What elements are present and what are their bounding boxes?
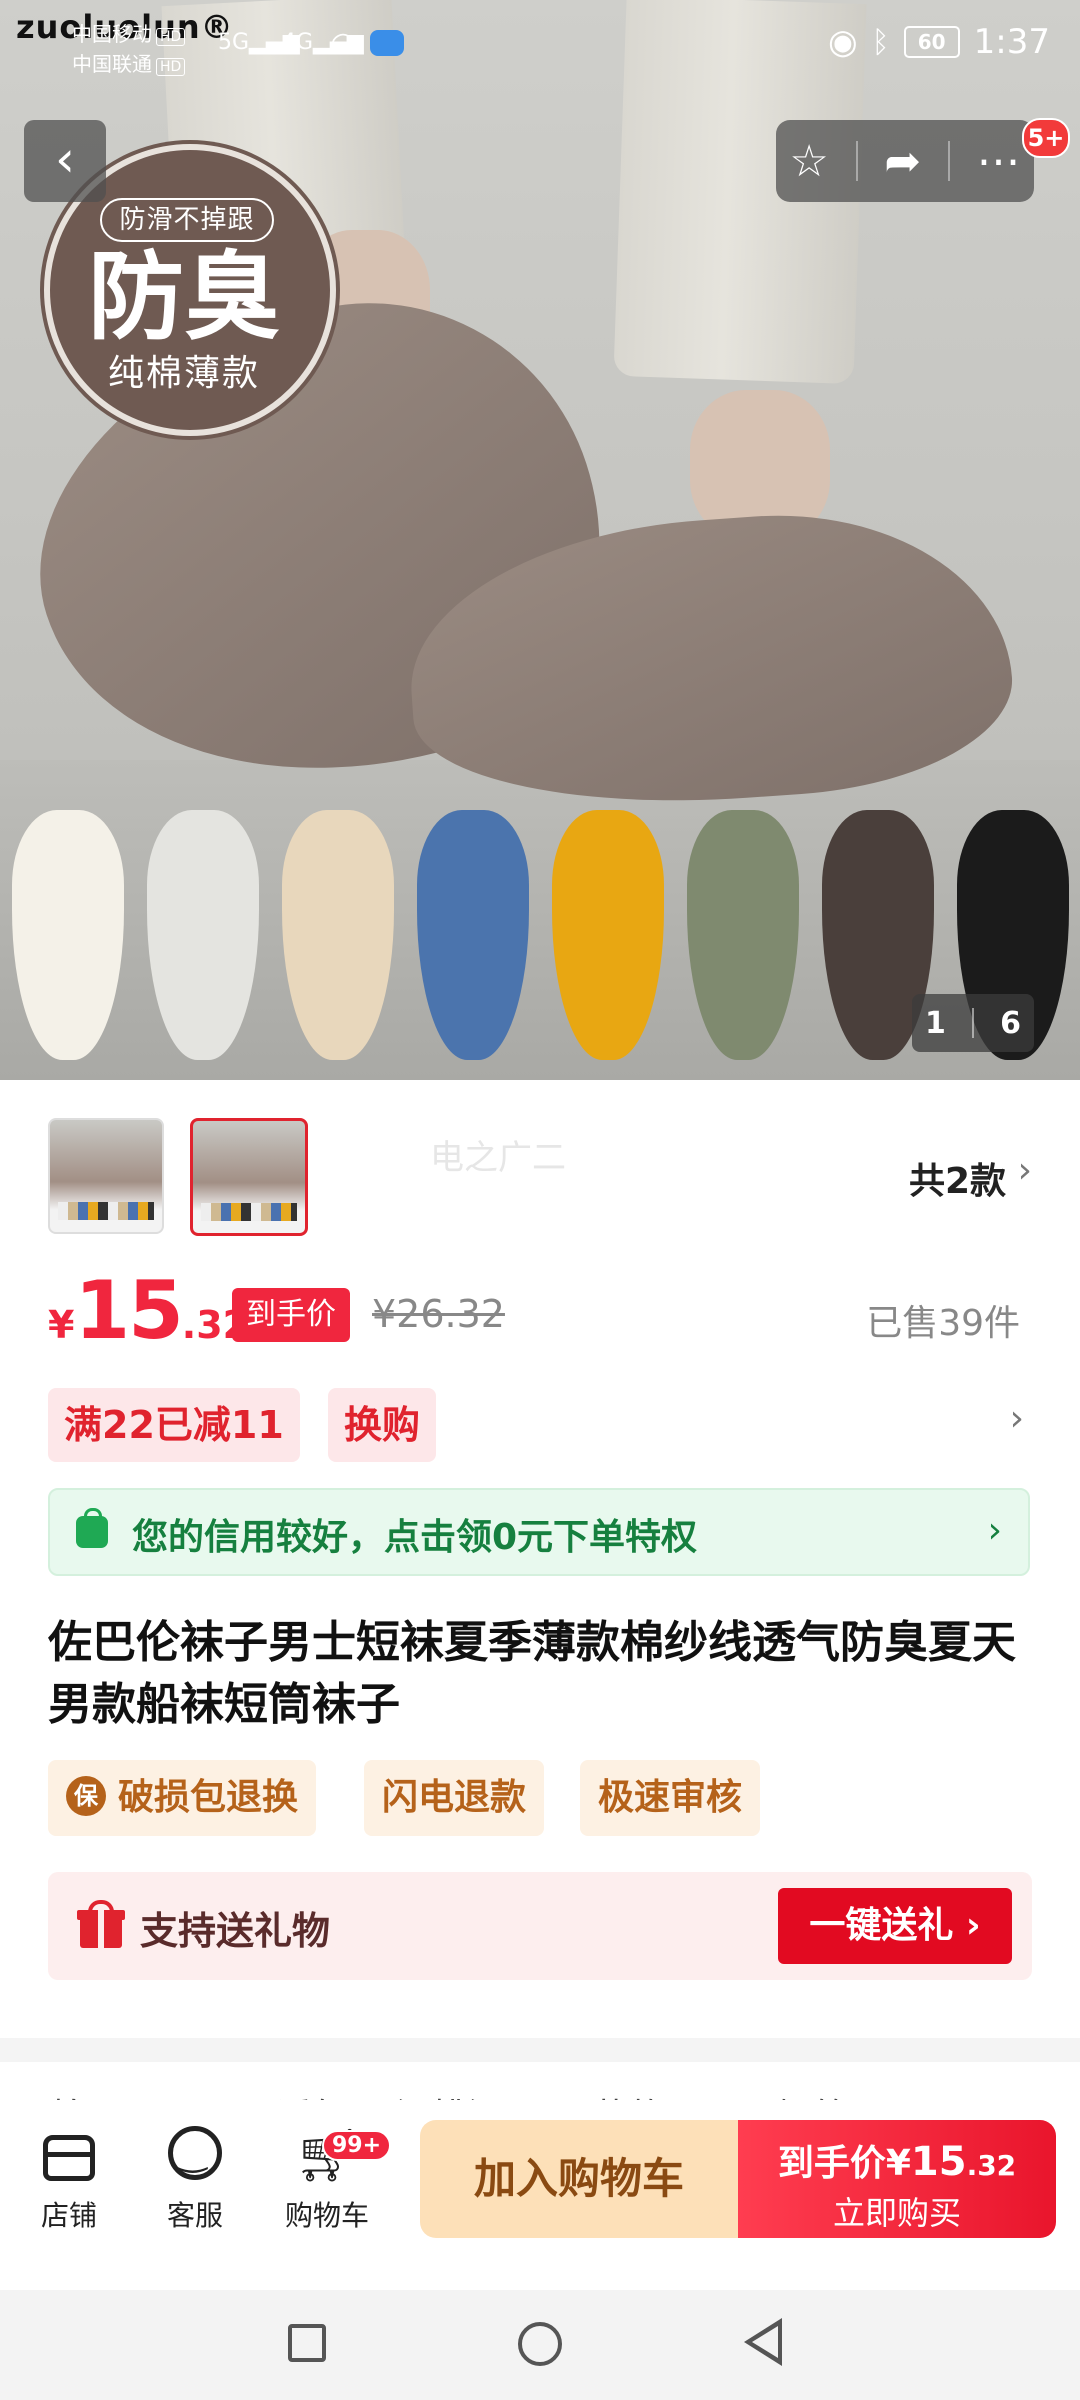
badge-main-text: 防臭 <box>88 240 280 353</box>
store-icon <box>43 2135 95 2181</box>
cart-count-badge: 99+ <box>322 2130 392 2161</box>
badge-top-text: 防滑不掉跟 <box>100 198 274 242</box>
promo-exchange-tag[interactable]: 换购 <box>328 1388 437 1462</box>
buy-price-line: 到手价¥15.32 <box>738 2134 1056 2186</box>
divider <box>947 141 950 181</box>
shop-label: 店铺 <box>40 2199 97 2232</box>
page-separator <box>971 1008 974 1038</box>
carrier-1-name: 中国移动 <box>72 22 152 46</box>
shop-button[interactable]: 店铺 <box>14 2120 124 2234</box>
back-triangle-icon[interactable] <box>744 2318 782 2366</box>
divider <box>855 141 858 181</box>
more-icon[interactable]: ⋯ <box>977 136 1021 187</box>
chevron-right-icon[interactable]: › <box>1018 1150 1032 1191</box>
carrier-2-name: 中国联通 <box>72 52 152 76</box>
system-nav-bar <box>0 2290 1080 2400</box>
buy-price-dec: .32 <box>966 2149 1017 2182</box>
section-divider <box>0 2038 1080 2062</box>
cloud-icon <box>370 30 404 56</box>
original-price: ¥26.32 <box>372 1292 505 1336</box>
service-tag-return[interactable]: 保破损包退换 <box>48 1760 317 1836</box>
home-icon[interactable] <box>518 2322 562 2366</box>
signal-1-label: 5G <box>218 30 250 55</box>
sock-swatch <box>147 810 259 1060</box>
current-price: ¥15.32 <box>48 1264 249 1357</box>
add-to-cart-button[interactable]: 加入购物车 <box>420 2120 738 2238</box>
product-title: 佐巴伦袜子男士短袜夏季薄款棉纱线透气防臭夏天男款船袜短筒袜子 <box>48 1617 1016 1730</box>
buy-prefix: 到手价 <box>777 2143 886 2184</box>
carrier-1: 中国移动 HD <box>72 18 186 47</box>
price-integer: 15 <box>74 1264 183 1357</box>
status-bar: zuoluolun® 中国移动 HD 中国联通 HD 5G▂▄▆ 4G▂▄▆ ◠ ◉… <box>0 0 1080 90</box>
eye-icon: ◉ <box>827 22 858 62</box>
sock-swatch <box>552 810 664 1060</box>
status-right: ◉ ᛒ 60 1:37 <box>828 22 1050 62</box>
send-gift-button[interactable]: 一键送礼 › <box>778 1888 1012 1964</box>
gift-label: 支持送礼物 <box>140 1909 331 1953</box>
clock: 1:37 <box>973 22 1050 62</box>
hd-badge: HD <box>156 58 186 76</box>
shield-icon: 保 <box>66 1776 106 1816</box>
service-label: 客服 <box>166 2199 223 2232</box>
buy-price-int: 15 <box>910 2139 967 2185</box>
service-tag-refund[interactable]: 闪电退款 <box>364 1760 545 1836</box>
variant-thumb-1[interactable] <box>48 1118 164 1234</box>
chevron-right-icon: › <box>987 1510 1002 1551</box>
cart-button[interactable]: 🛒︎ 99+ 购物车 <box>272 2120 392 2234</box>
price-currency: ¥ <box>48 1303 75 1347</box>
carrier-2: 中国联通 HD <box>72 48 186 77</box>
service-tag-review[interactable]: 极速审核 <box>580 1760 761 1836</box>
credit-banner[interactable]: 您的信用较好，点击领0元下单特权 › <box>48 1488 1030 1576</box>
header-actions: ☆ ➦ ⋯ <box>776 120 1034 202</box>
share-icon[interactable]: ➦ <box>884 136 921 187</box>
page-current: 1 <box>925 1005 946 1041</box>
badge-sub-text: 纯棉薄款 <box>107 353 260 394</box>
chevron-right-icon[interactable]: › <box>1010 1398 1024 1439</box>
sock-swatch <box>282 810 394 1060</box>
final-price-tag: 到手价 <box>232 1288 350 1342</box>
cart-label: 购物车 <box>284 2199 369 2232</box>
variant-thumb-2[interactable] <box>190 1118 308 1236</box>
wifi-icon: ◠ <box>330 26 357 61</box>
gift-icon <box>77 1900 125 1948</box>
back-button[interactable]: ‹ <box>24 120 106 202</box>
star-icon[interactable]: ☆ <box>789 136 828 187</box>
buy-currency: ¥ <box>885 2143 911 2184</box>
shopping-bag-icon <box>76 1508 108 1548</box>
variant-count-link[interactable]: 共2款 <box>909 1152 1006 1204</box>
service-label: 破损包退换 <box>118 1777 299 1818</box>
page-total: 6 <box>1000 1005 1021 1041</box>
variant-thumbnails <box>48 1118 308 1236</box>
image-page-indicator: 1 6 <box>912 994 1034 1052</box>
battery-icon: 60 <box>903 26 960 58</box>
gift-ribbon <box>98 1910 104 1948</box>
chat-icon <box>168 2119 222 2189</box>
recents-icon[interactable] <box>288 2324 326 2362</box>
signal-2-label: 4G <box>282 30 314 55</box>
gift-banner: 支持送礼物 一键送礼 › <box>48 1872 1032 1980</box>
sold-count: 已售39件 <box>866 1303 1020 1344</box>
watermark-text: 电之广二 <box>430 1138 566 1178</box>
hd-badge: HD <box>156 28 186 46</box>
message-count-badge: 5+ <box>1022 118 1070 158</box>
customer-service-button[interactable]: 客服 <box>140 2119 250 2234</box>
buy-label: 立即购买 <box>832 2194 961 2232</box>
sock-swatch <box>417 810 529 1060</box>
buy-now-button[interactable]: 到手价¥15.32 立即购买 <box>738 2120 1056 2238</box>
sock-swatch <box>687 810 799 1060</box>
sock-swatch <box>12 810 124 1060</box>
credit-banner-text: 您的信用较好，点击领0元下单特权 <box>132 1517 698 1558</box>
bluetooth-icon: ᛒ <box>871 24 890 60</box>
promo-discount-tag[interactable]: 满22已减11 <box>48 1388 300 1462</box>
back-arrow-icon: ‹ <box>55 130 75 188</box>
